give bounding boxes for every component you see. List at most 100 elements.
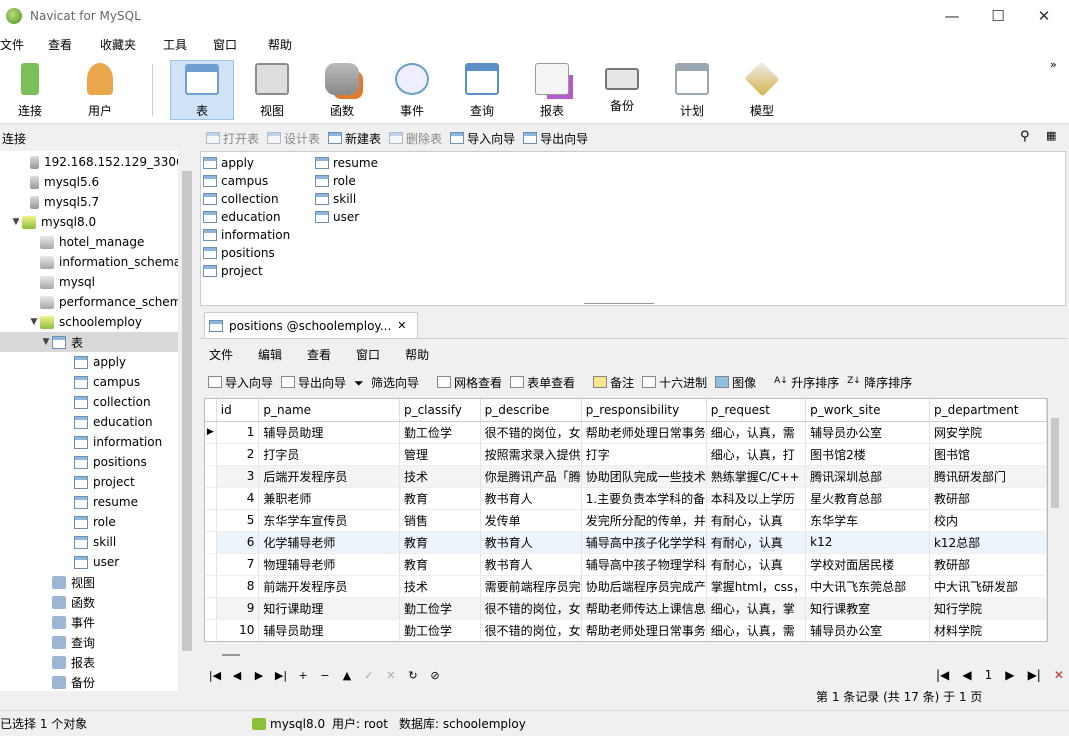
table-cell[interactable]: 知行课教室 (805, 597, 930, 620)
row-header[interactable] (205, 465, 217, 488)
table-cell[interactable]: 需要前端程序员完 (480, 575, 582, 598)
tab-close-icon[interactable]: ✕ (397, 319, 406, 332)
tree-item[interactable]: performance_schema (0, 292, 178, 312)
tree-item[interactable]: hotel_manage (0, 232, 178, 252)
table-cell[interactable]: 协助团队完成一些技术 (581, 465, 707, 488)
tree-item[interactable]: information (0, 432, 178, 452)
table-cell[interactable]: 学校对面居民楼 (805, 553, 930, 576)
table-row[interactable]: 10 辅导员助理 勤工俭学 很不错的岗位，女 帮助老师处理日常事务 细心，认真，需 辅导员办… (205, 619, 1047, 641)
tree-item[interactable]: 备份 (0, 672, 178, 691)
sort-asc-button[interactable]: A↓ 升序排序 (774, 374, 839, 391)
export-wizard-button[interactable]: 导出向导 (523, 130, 588, 147)
table-cell[interactable]: 知行课助理 (258, 597, 400, 620)
table-cell[interactable]: 9 (216, 597, 260, 620)
design-table-button[interactable]: 设计表 (267, 130, 320, 147)
table-cell[interactable]: 2 (216, 443, 260, 466)
table-cell[interactable]: 帮助老师处理日常事务 (581, 619, 707, 641)
object-item[interactable]: role (315, 172, 356, 190)
table-cell[interactable]: 图书馆2楼 (805, 443, 930, 466)
tree-item[interactable]: positions (0, 452, 178, 472)
table-cell[interactable]: 很不错的岗位，女 (480, 619, 582, 641)
table-row[interactable]: 8 前端开发程序员 技术 需要前端程序员完 协助后端程序员完成产 掌握html，css，中… (205, 575, 1047, 598)
table-cell[interactable]: k12总部 (929, 531, 1047, 554)
table-cell[interactable]: 打字员 (258, 443, 400, 466)
tree-item[interactable]: project (0, 472, 178, 492)
table-cell[interactable]: 技术 (399, 575, 481, 598)
tab-positions[interactable]: positions @schoolemploy... ✕ (204, 312, 418, 338)
table-cell[interactable]: 中大讯飞研发部 (929, 575, 1047, 598)
tree-item[interactable]: ▼ schoolemploy (0, 312, 178, 332)
add-record-button[interactable]: + (292, 669, 314, 682)
schedule-button[interactable]: 计划 (660, 60, 724, 120)
table-cell[interactable]: 辅导高中孩子物理学科 (581, 553, 707, 576)
new-table-button[interactable]: 新建表 (328, 130, 381, 147)
table-cell[interactable]: 东华学车宣传员 (258, 509, 400, 532)
filter-wizard-button[interactable]: ⏷ 筛选向导 (354, 374, 419, 391)
tree-item[interactable]: 查询 (0, 632, 178, 652)
menu-view[interactable]: 查看 (48, 36, 84, 53)
object-item[interactable]: user (315, 208, 359, 226)
column-header-p-responsibility[interactable]: p_responsibility (581, 399, 707, 422)
row-header[interactable] (205, 597, 217, 620)
menu-file[interactable]: 文件 (0, 36, 36, 53)
table-cell[interactable]: 销售 (399, 509, 481, 532)
table-cell[interactable]: 辅导员办公室 (805, 619, 930, 641)
object-item[interactable]: apply (203, 154, 254, 172)
object-item[interactable]: project (203, 262, 263, 280)
row-header[interactable] (205, 619, 217, 641)
table-cell[interactable]: 东华学车 (805, 509, 930, 532)
table-cell[interactable]: 中大讯飞东莞总部 (805, 575, 930, 598)
table-cell[interactable]: 勤工俭学 (399, 597, 481, 620)
grid-view-button[interactable]: 网格查看 (437, 374, 502, 391)
table-cell[interactable]: 1 (216, 421, 260, 444)
table-cell[interactable]: 校内 (929, 509, 1047, 532)
table-row[interactable]: 6 化学辅导老师 教育 教书育人 辅导高中孩子化学学科 有耐心，认真 k12 k12总部 (205, 531, 1047, 554)
discard-button[interactable]: ✕ (380, 669, 402, 682)
table-cell[interactable]: 教书育人 (480, 531, 582, 554)
tree-item[interactable]: information_schema (0, 252, 178, 272)
connection-button[interactable]: 连接 (0, 60, 62, 120)
tree-item[interactable]: 函数 (0, 592, 178, 612)
table-cell[interactable]: 6 (216, 531, 260, 554)
table-cell[interactable]: 腾讯研发部门 (929, 465, 1047, 488)
image-button[interactable]: 图像 (715, 374, 756, 391)
tree-item[interactable]: collection (0, 392, 178, 412)
menu-tools[interactable]: 工具 (163, 36, 199, 53)
object-item[interactable]: information (203, 226, 290, 244)
model-button[interactable]: 模型 (730, 60, 794, 120)
table-cell[interactable]: k12 (805, 531, 930, 554)
table-row[interactable]: 3 后端开发程序员 技术 你是腾讯产品「腾 协助团队完成一些技术 熟练掌握C/C++ 腾讯深… (205, 465, 1047, 488)
connection-tree[interactable]: 192.168.152.129_3306 mysql5.6 mysql5.7 ▼ mys… (0, 151, 178, 691)
tree-scrollbar[interactable] (178, 151, 196, 691)
table-cell[interactable]: 教育 (399, 553, 481, 576)
tree-item[interactable]: 视图 (0, 572, 178, 592)
table-cell[interactable]: 本科及以上学历 (706, 487, 807, 510)
tree-item[interactable]: resume (0, 492, 178, 512)
tree-item[interactable]: 报表 (0, 652, 178, 672)
tree-item[interactable]: mysql5.7 (0, 192, 178, 212)
page-settings-icon[interactable]: ✕ (1054, 668, 1064, 682)
event-button[interactable]: 事件 (380, 60, 444, 120)
table-cell[interactable]: 很不错的岗位，女 (480, 421, 582, 444)
page-number-input[interactable]: 1 (985, 668, 993, 682)
menu-favorites[interactable]: 收藏夹 (100, 36, 148, 53)
prev-page-button[interactable]: ◀ (962, 668, 971, 682)
grid-scroll-thumb[interactable] (1051, 418, 1059, 508)
row-header[interactable] (205, 487, 217, 510)
table-cell[interactable]: 打字 (581, 443, 707, 466)
table-cell[interactable]: 7 (216, 553, 260, 576)
menu-help[interactable]: 帮助 (268, 36, 304, 53)
table-cell[interactable]: 物理辅导老师 (258, 553, 400, 576)
move-up-button[interactable]: ▲ (336, 669, 358, 682)
column-header-p-describe[interactable]: p_describe (480, 399, 582, 422)
table-cell[interactable]: 有耐心，认真 (706, 553, 807, 576)
view-mode-icon[interactable]: ▦ (1046, 129, 1056, 142)
tree-item[interactable]: user (0, 552, 178, 572)
search-icon[interactable]: ⚲ (1020, 129, 1030, 144)
tree-item[interactable]: ▼ 表 (0, 332, 178, 352)
table-cell[interactable]: 按照需求录入提供 (480, 443, 582, 466)
table-cell[interactable]: 知行学院 (929, 597, 1047, 620)
object-item[interactable]: positions (203, 244, 275, 262)
table-cell[interactable]: 教研部 (929, 553, 1047, 576)
form-view-button[interactable]: 表单查看 (510, 374, 575, 391)
